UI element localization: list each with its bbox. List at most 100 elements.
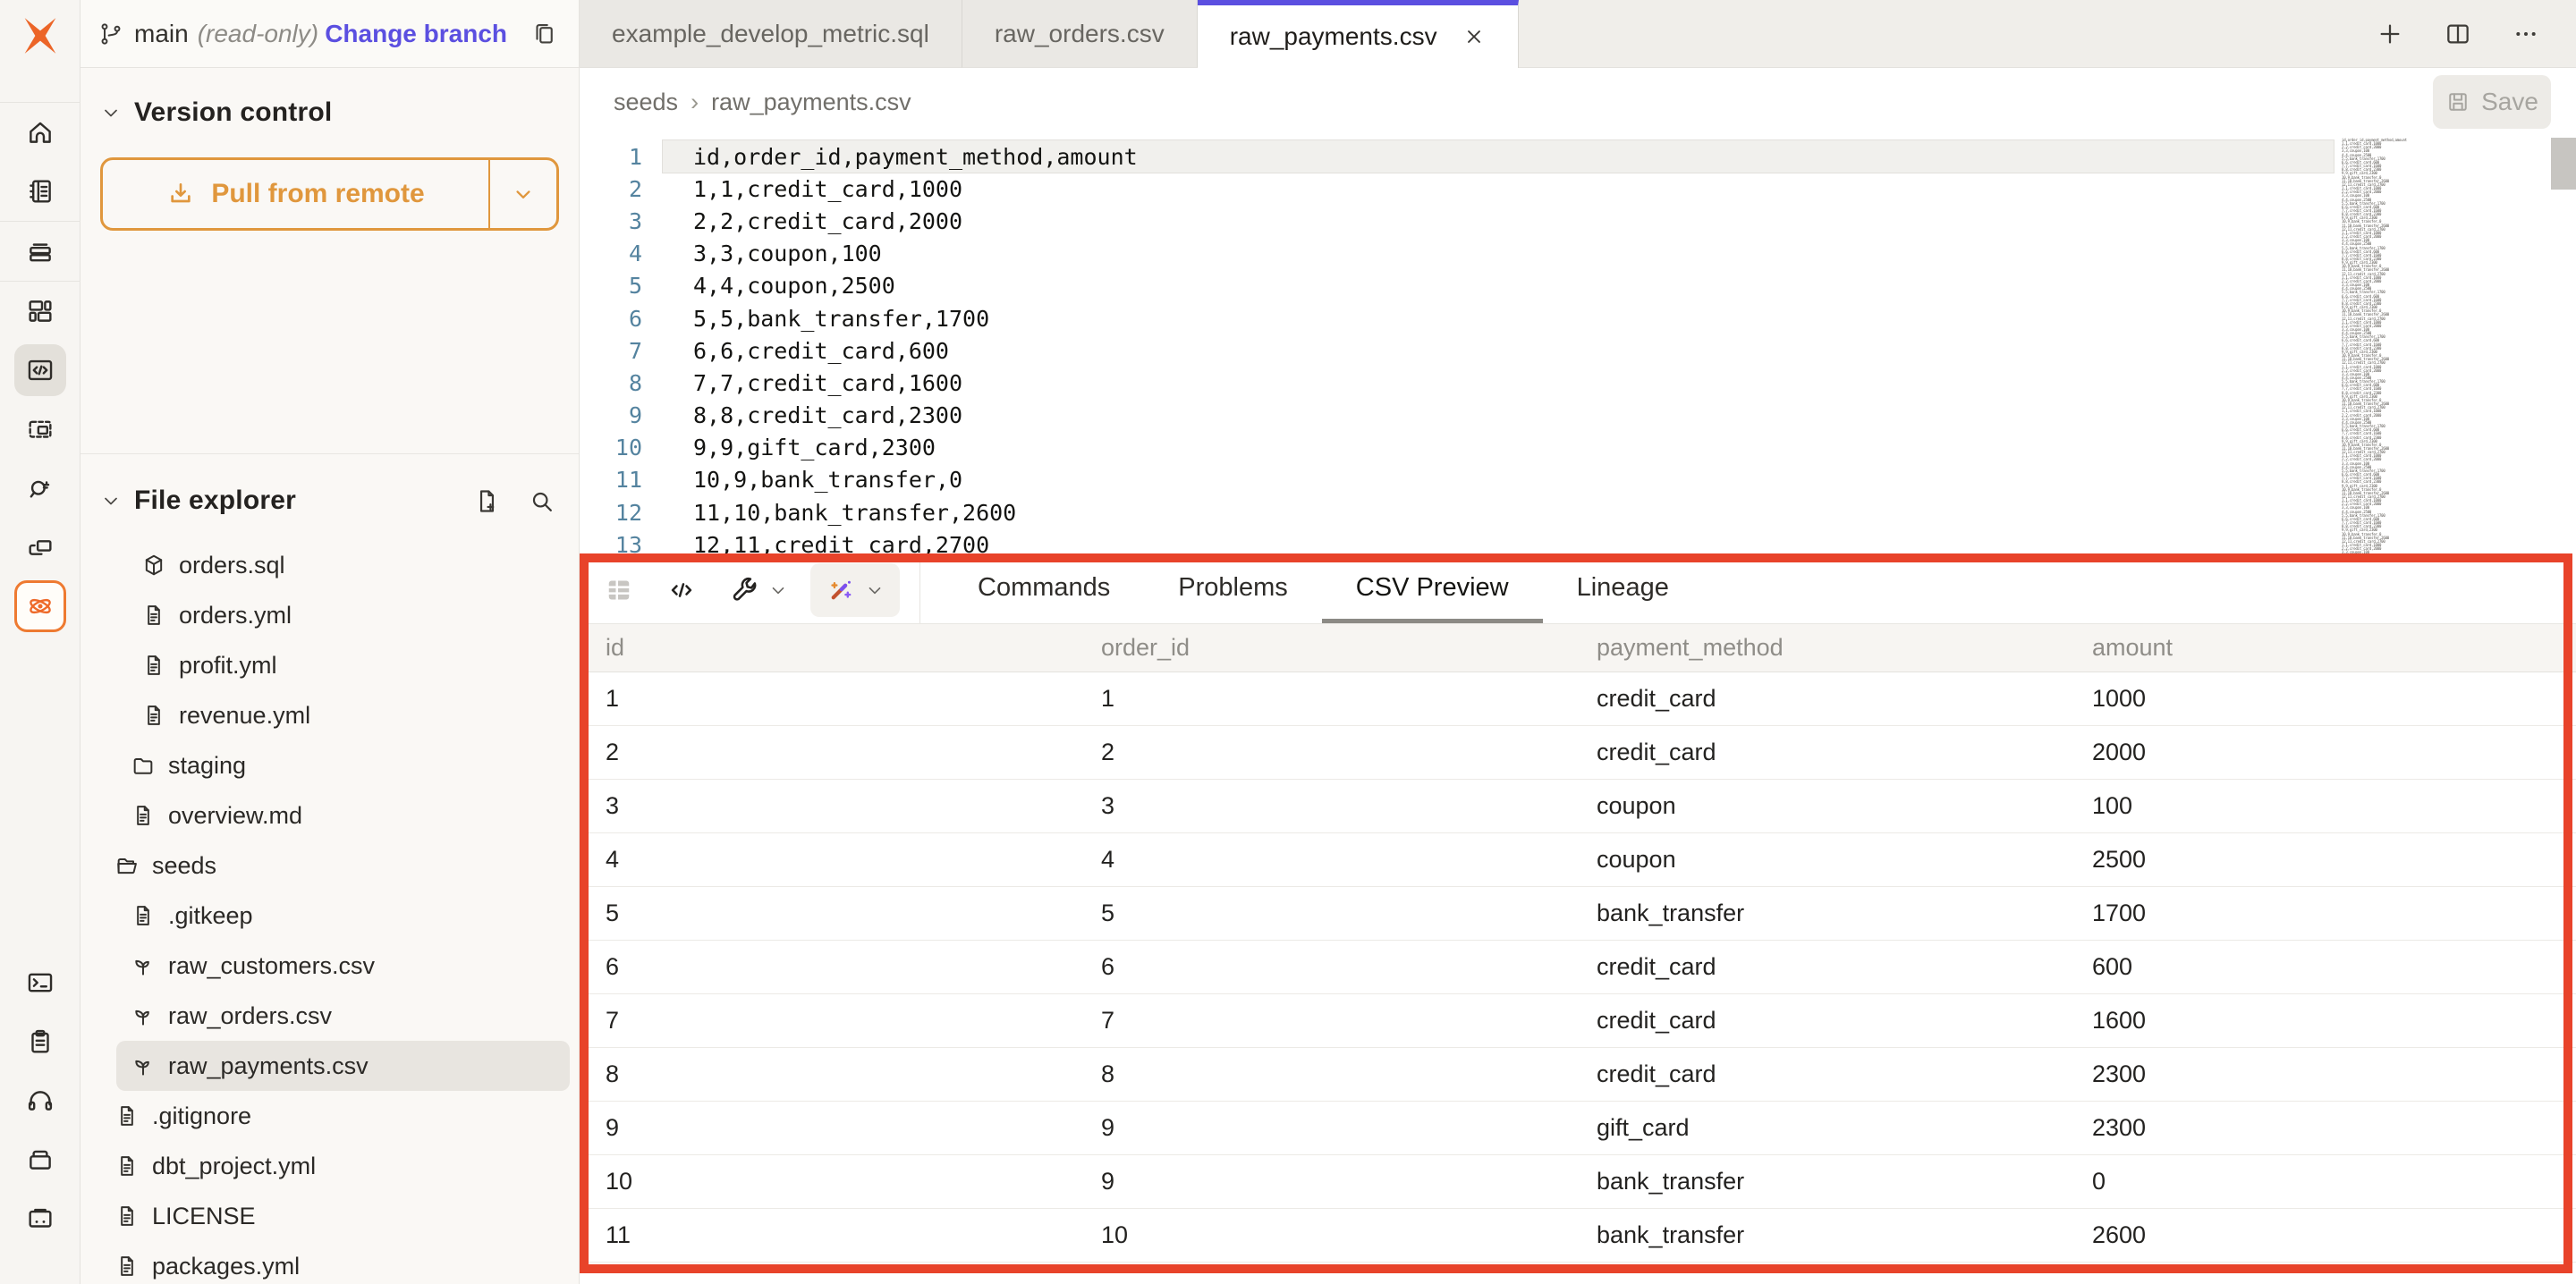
file-item-license[interactable]: LICENSE (80, 1191, 579, 1241)
model-cube-icon (141, 553, 166, 578)
left-panel: main (read-only) Change branch Version c… (80, 0, 580, 1284)
column-header-id: id (606, 634, 1101, 662)
table-cell: 1 (1101, 685, 1597, 713)
code-editor-rail-button[interactable] (0, 341, 80, 400)
editor-scrollbar-thumb[interactable] (2551, 138, 2576, 190)
editor-tab-example-develop-metric-sql[interactable]: example_develop_metric.sql (580, 0, 962, 68)
ai-assistant-icon (14, 580, 66, 632)
breadcrumb-separator: › (691, 89, 699, 116)
terminal-rail-button[interactable] (0, 953, 80, 1012)
ai-assistant-rail-button[interactable] (0, 577, 80, 636)
line-content: 6,6,credit_card,600 (693, 338, 949, 364)
version-control-header[interactable]: Version control (80, 88, 579, 138)
data-search-rail-button[interactable] (0, 459, 80, 518)
file-item--gitignore[interactable]: .gitignore (80, 1091, 579, 1141)
headset-rail-button[interactable] (0, 1071, 80, 1130)
editor-line-3[interactable]: 32,2,credit_card,2000 (580, 205, 2576, 237)
magic-wand-toolbar-button[interactable] (810, 563, 900, 617)
file-item-orders-sql[interactable]: orders.sql (80, 540, 579, 590)
file-item-dbt-project-yml[interactable]: dbt_project.yml (80, 1141, 579, 1191)
panel-tab-problems[interactable]: Problems (1144, 556, 1322, 623)
chevron-down-icon[interactable] (100, 102, 122, 123)
editor-lines[interactable]: 1id,order_id,payment_method,amount21,1,c… (580, 140, 2576, 556)
panel-tab-csv-preview[interactable]: CSV Preview (1322, 556, 1543, 623)
home-rail-button[interactable] (0, 103, 80, 162)
notebook-rail-button[interactable] (0, 162, 80, 221)
file-item-revenue-yml[interactable]: revenue.yml (80, 690, 579, 740)
file-item-orders-yml[interactable]: orders.yml (80, 590, 579, 640)
file-doc-icon (114, 1254, 140, 1279)
layout-rail-button[interactable] (0, 282, 80, 341)
file-item-staging[interactable]: staging (80, 740, 579, 790)
change-branch-link[interactable]: Change branch (325, 20, 507, 48)
table-cell: gift_card (1597, 1114, 2092, 1142)
windows-rail-button[interactable] (0, 518, 80, 577)
storage-rail-button[interactable] (0, 1189, 80, 1248)
editor-line-11[interactable]: 1110,9,bank_transfer,0 (580, 464, 2576, 496)
file-list: orders.sqlorders.ymlprofit.ymlrevenue.ym… (80, 540, 579, 1284)
bottom-panel-tabs: CommandsProblemsCSV PreviewLineage (944, 556, 1703, 623)
new-tab-icon[interactable] (2376, 20, 2404, 48)
new-file-icon[interactable] (473, 487, 501, 515)
file-name: LICENSE (152, 1203, 256, 1230)
file-item--gitkeep[interactable]: .gitkeep (80, 891, 579, 941)
file-name: packages.yml (152, 1253, 300, 1280)
table-cell: 10 (1101, 1221, 1597, 1249)
close-icon[interactable] (1462, 25, 1486, 48)
file-explorer-header[interactable]: File explorer (80, 476, 579, 526)
editor-line-5[interactable]: 54,4,coupon,2500 (580, 270, 2576, 302)
panel-tab-lineage[interactable]: Lineage (1543, 556, 1703, 623)
code-toolbar-button[interactable] (657, 563, 707, 617)
copy-icon[interactable] (530, 21, 557, 47)
app-window-rail-button[interactable] (0, 400, 80, 459)
editor-line-9[interactable]: 98,8,credit_card,2300 (580, 400, 2576, 432)
search-icon[interactable] (528, 487, 555, 515)
table-row-3: 33coupon100 (580, 780, 2576, 833)
file-item-raw-payments-csv[interactable]: raw_payments.csv (116, 1041, 570, 1091)
editor-line-6[interactable]: 65,5,bank_transfer,1700 (580, 302, 2576, 334)
code-editor[interactable]: 1id,order_id,payment_method,amount21,1,c… (580, 136, 2576, 556)
table-cell: 4 (1101, 846, 1597, 874)
pull-options-caret[interactable] (488, 160, 556, 228)
editor-line-7[interactable]: 76,6,credit_card,600 (580, 334, 2576, 367)
table-row-7: 77credit_card1600 (580, 994, 2576, 1048)
more-options-icon[interactable] (2512, 20, 2540, 48)
save-button[interactable]: Save (2433, 75, 2551, 129)
editor-line-12[interactable]: 1211,10,bank_transfer,2600 (580, 496, 2576, 528)
editor-line-2[interactable]: 21,1,credit_card,1000 (580, 173, 2576, 205)
layers-rail-button[interactable] (0, 1130, 80, 1189)
file-item-seeds[interactable]: seeds (80, 841, 579, 891)
editor-minimap[interactable]: id,order_id,payment_method,amount 1,1,cr… (2342, 139, 2529, 556)
split-view-icon[interactable] (2444, 20, 2472, 48)
editor-line-8[interactable]: 87,7,credit_card,1600 (580, 367, 2576, 399)
editor-line-1[interactable]: 1id,order_id,payment_method,amount (580, 140, 2576, 173)
editor-tab-raw-orders-csv[interactable]: raw_orders.csv (962, 0, 1198, 68)
file-item-packages-yml[interactable]: packages.yml (80, 1241, 579, 1284)
breadcrumb-segment: seeds (614, 89, 678, 116)
pull-from-remote-button[interactable]: Pull from remote (100, 157, 559, 231)
chevron-down-icon[interactable] (100, 490, 122, 511)
table-cell: 2 (1101, 739, 1597, 766)
editor-line-4[interactable]: 43,3,coupon,100 (580, 238, 2576, 270)
table-cell: 9 (606, 1114, 1101, 1142)
panel-tab-commands[interactable]: Commands (944, 556, 1144, 623)
wrench-toolbar-button[interactable] (719, 563, 798, 617)
table-cell: 9 (1101, 1168, 1597, 1195)
file-item-overview-md[interactable]: overview.md (80, 790, 579, 841)
editor-line-13[interactable]: 1312,11,credit_card,2700 (580, 528, 2576, 556)
clipboard-rail-button[interactable] (0, 1012, 80, 1071)
file-item-profit-yml[interactable]: profit.yml (80, 640, 579, 690)
chevron-down-icon (864, 579, 886, 601)
editor-line-10[interactable]: 109,9,gift_card,2300 (580, 432, 2576, 464)
editor-tab-raw-payments-csv[interactable]: raw_payments.csv (1198, 0, 1519, 68)
file-item-raw-orders-csv[interactable]: raw_orders.csv (80, 991, 579, 1041)
pull-from-remote-main[interactable]: Pull from remote (103, 160, 488, 228)
stack-rail-button[interactable] (0, 222, 80, 281)
table-cell: 2300 (2092, 1114, 2576, 1142)
column-header-amount: amount (2092, 634, 2576, 662)
icon-rail (0, 0, 80, 1284)
table-toolbar-button[interactable] (594, 563, 644, 617)
file-item-raw-customers-csv[interactable]: raw_customers.csv (80, 941, 579, 991)
table-cell: bank_transfer (1597, 1168, 2092, 1195)
version-control-title: Version control (134, 97, 332, 128)
